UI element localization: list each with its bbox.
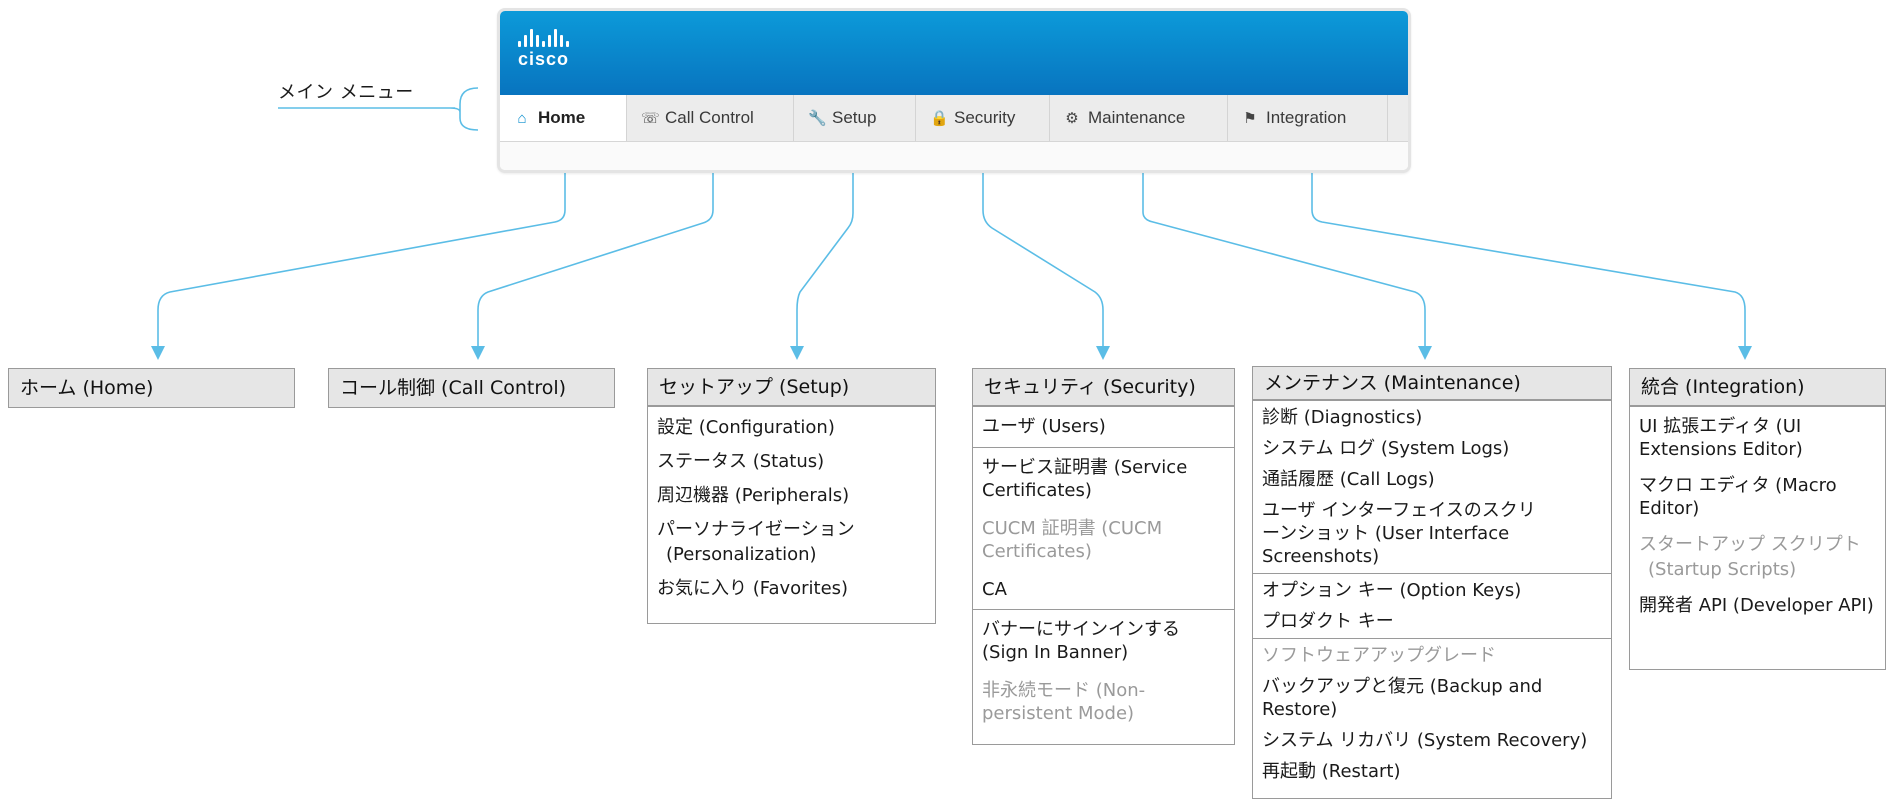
phone-icon: ☏: [641, 110, 660, 127]
menu-item-ui-screenshots[interactable]: ユーザ インターフェイスのスクリーンショット (User Interface S…: [1253, 494, 1611, 571]
tab-call-control[interactable]: ☏ Call Control: [627, 95, 794, 141]
menu-item-macro-editor[interactable]: マクロ エディタ (Macro Editor): [1630, 469, 1885, 528]
maintenance-box: メンテナンス (Maintenance) 診断 (Diagnostics) シス…: [1252, 366, 1612, 799]
tab-label: Integration: [1266, 108, 1347, 127]
menu-item-system-recovery[interactable]: システム リカバリ (System Recovery): [1253, 724, 1611, 755]
home-box: ホーム (Home): [8, 368, 295, 408]
menu-item-startup-scripts-en[interactable]: (Startup Scripts): [1630, 556, 1885, 589]
maintenance-group-1: 診断 (Diagnostics) システム ログ (System Logs) 通…: [1253, 400, 1611, 573]
menu-item-software-upgrade[interactable]: ソフトウェアアップグレード: [1253, 639, 1611, 670]
menu-item-configuration[interactable]: 設定 (Configuration): [648, 411, 935, 445]
maintenance-group-3: ソフトウェアアップグレード バックアップと復元 (Backup and Rest…: [1253, 638, 1611, 786]
connector-integration: [1311, 142, 1746, 352]
maintenance-group-2: オプション キー (Option Keys) プロダクト キー: [1253, 573, 1611, 638]
connector-home: [157, 142, 566, 352]
browser-frame: cisco ⌂ Home ☏ Call Control 🔧 Setup 🔒 Se…: [497, 8, 1411, 173]
home-icon: ⌂: [517, 109, 527, 127]
tab-label: Home: [538, 108, 586, 127]
menu-item-cucm-certificates[interactable]: CUCM 証明書 (CUCM Certificates): [973, 512, 1234, 573]
integration-box: 統合 (Integration) UI 拡張エディタ (UI Extension…: [1629, 368, 1886, 670]
integration-icon: ⚑: [1243, 110, 1257, 127]
tab-label: Maintenance: [1088, 108, 1186, 127]
wrench-icon: 🔧: [808, 110, 827, 127]
menu-item-favorites[interactable]: お気に入り (Favorites): [648, 572, 935, 603]
menu-item-call-logs[interactable]: 通話履歴 (Call Logs): [1253, 463, 1611, 494]
connector-maintenance: [1142, 142, 1426, 352]
main-menu: ⌂ Home ☏ Call Control 🔧 Setup 🔒 Security…: [500, 95, 1408, 142]
security-group-3: バナーにサインインする (Sign In Banner) 非永続モード (Non…: [973, 609, 1234, 732]
content-area: [500, 142, 1408, 170]
menu-item-backup-restore[interactable]: バックアップと復元 (Backup and Restore): [1253, 670, 1611, 724]
menu-item-developer-api[interactable]: 開発者 API (Developer API): [1630, 589, 1885, 620]
menu-item-sign-in-banner[interactable]: バナーにサインインする (Sign In Banner): [973, 613, 1234, 674]
menu-item-option-keys[interactable]: オプション キー (Option Keys): [1253, 574, 1611, 605]
arrow-maintenance: [1418, 346, 1432, 360]
tab-maintenance[interactable]: ⚙ Maintenance: [1050, 95, 1228, 141]
call-control-box: コール制御 (Call Control): [328, 368, 615, 408]
menu-item-product-keys[interactable]: プロダクト キー: [1253, 605, 1611, 636]
tab-setup[interactable]: 🔧 Setup: [794, 95, 916, 141]
tab-home[interactable]: ⌂ Home: [500, 95, 627, 141]
arrow-call-control: [471, 346, 485, 360]
arrow-setup: [790, 346, 804, 360]
setup-box: セットアップ (Setup) 設定 (Configuration) ステータス …: [647, 368, 936, 624]
connector-security: [982, 142, 1104, 352]
main-menu-label: メイン メニュー: [278, 82, 414, 103]
tab-label: Call Control: [665, 108, 754, 127]
menu-item-system-logs[interactable]: システム ログ (System Logs): [1253, 432, 1611, 463]
lock-icon: 🔒: [930, 110, 949, 127]
arrow-home: [151, 346, 165, 360]
menu-item-non-persistent-mode[interactable]: 非永続モード (Non-persistent Mode): [973, 674, 1234, 728]
box-title: メンテナンス (Maintenance): [1253, 367, 1611, 400]
cisco-logo: cisco: [518, 25, 569, 70]
integration-items: UI 拡張エディタ (UI Extensions Editor) マクロ エディ…: [1630, 406, 1885, 620]
setup-items: 設定 (Configuration) ステータス (Status) 周辺機器 (…: [648, 406, 935, 603]
menu-item-ca[interactable]: CA: [973, 573, 1234, 604]
menu-item-service-certificates[interactable]: サービス証明書 (Service Certificates): [973, 451, 1234, 512]
menu-item-peripherals[interactable]: 周辺機器 (Peripherals): [648, 479, 935, 513]
connector-setup: [796, 142, 854, 352]
menu-item-startup-scripts[interactable]: スタートアップ スクリプト: [1630, 528, 1885, 556]
menu-item-personalization-en[interactable]: (Personalization): [648, 541, 935, 572]
menu-item-restart[interactable]: 再起動 (Restart): [1253, 755, 1611, 786]
menu-item-personalization[interactable]: パーソナライゼーション: [648, 513, 935, 541]
box-title: セキュリティ (Security): [973, 369, 1234, 406]
security-group-1: ユーザ (Users): [973, 406, 1234, 447]
menu-item-status[interactable]: ステータス (Status): [648, 445, 935, 479]
menu-item-diagnostics[interactable]: 診断 (Diagnostics): [1253, 401, 1611, 432]
box-title: ホーム (Home): [9, 369, 294, 407]
tab-integration[interactable]: ⚑ Integration: [1228, 95, 1388, 141]
connector-call-control: [477, 142, 714, 352]
cisco-bars-icon: [518, 25, 569, 47]
security-box: セキュリティ (Security) ユーザ (Users) サービス証明書 (S…: [972, 368, 1235, 745]
box-title: コール制御 (Call Control): [329, 369, 614, 407]
box-title: セットアップ (Setup): [648, 369, 935, 406]
header-banner: cisco: [500, 11, 1408, 95]
box-title: 統合 (Integration): [1630, 369, 1885, 406]
menu-item-users[interactable]: ユーザ (Users): [973, 410, 1234, 441]
arrow-integration: [1738, 346, 1752, 360]
arrow-security: [1096, 346, 1110, 360]
security-group-2: サービス証明書 (Service Certificates) CUCM 証明書 …: [973, 447, 1234, 609]
tab-security[interactable]: 🔒 Security: [916, 95, 1050, 141]
tab-label: Security: [954, 108, 1016, 127]
gear-icon: ⚙: [1065, 110, 1079, 127]
cisco-wordmark: cisco: [518, 49, 570, 69]
tab-label: Setup: [832, 108, 877, 127]
menu-item-ui-extensions-editor[interactable]: UI 拡張エディタ (UI Extensions Editor): [1630, 410, 1885, 469]
